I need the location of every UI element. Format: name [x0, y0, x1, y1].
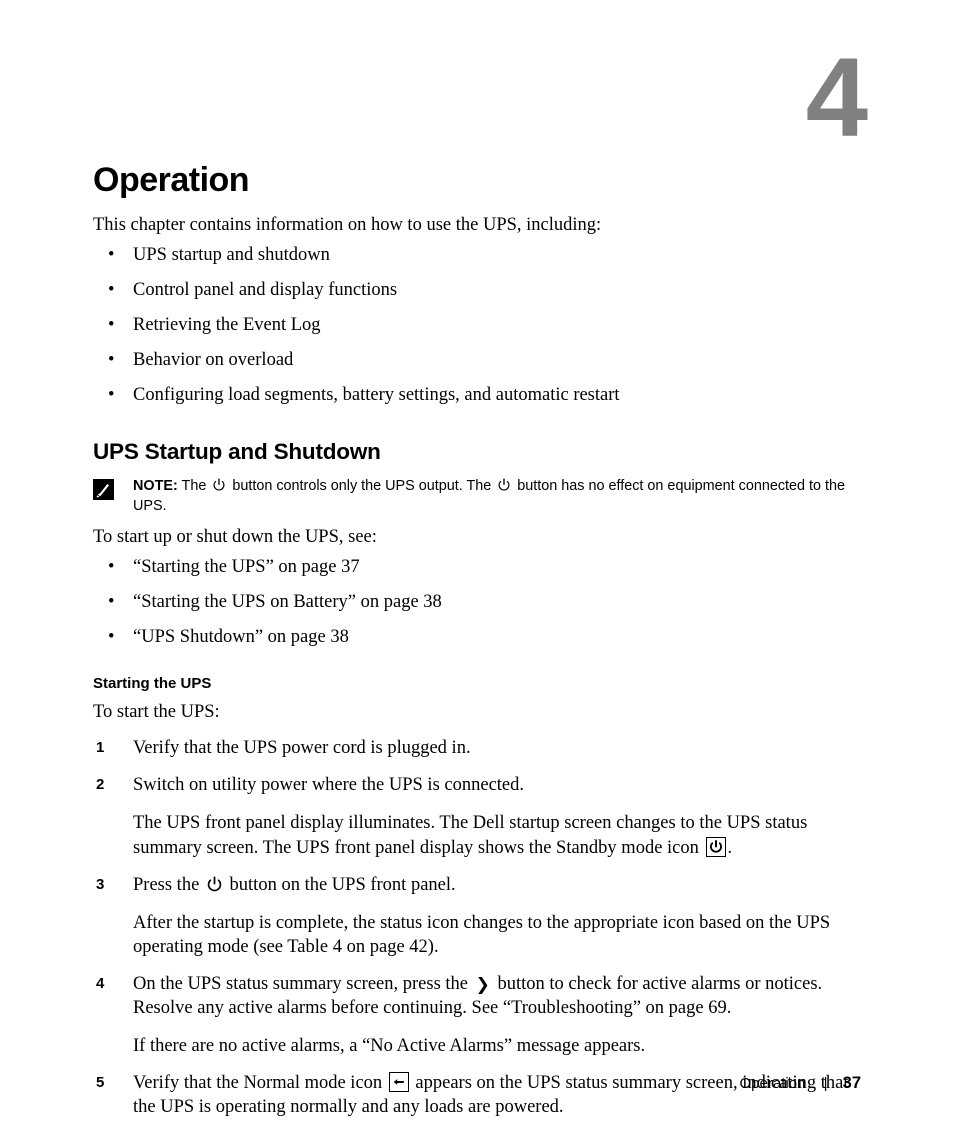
bullet-dot-icon: •	[108, 244, 115, 265]
procedure-step: 1 Verify that the UPS power cord is plug…	[93, 736, 855, 760]
list-item-label: “UPS Shutdown” on page 38	[133, 626, 349, 647]
page-content: Operation This chapter contains informat…	[93, 161, 855, 1132]
step-number: 3	[96, 875, 105, 893]
step-text: Verify that the UPS power cord is plugge…	[133, 738, 471, 759]
step-sub-text: The UPS front panel display illuminates.…	[133, 811, 855, 859]
step-text-part-1: Press the	[133, 874, 200, 895]
note-text-part-1: The	[181, 477, 207, 494]
step-text: On the UPS status summary screen, press …	[133, 972, 855, 1020]
list-item-label: “Starting the UPS” on page 37	[133, 556, 360, 577]
list-item: • Retrieving the Event Log	[93, 313, 855, 337]
step-sub-text: After the startup is complete, the statu…	[133, 912, 831, 957]
right-arrow-button-icon: ❯	[475, 974, 490, 994]
list-item-label: Behavior on overload	[133, 349, 294, 370]
chapter-topics-list: • UPS startup and shutdown • Control pan…	[93, 243, 855, 407]
bullet-dot-icon: •	[108, 626, 115, 647]
list-item: • Configuring load segments, battery set…	[93, 383, 855, 407]
chapter-intro-text: This chapter contains information on how…	[93, 214, 602, 235]
chapter-number: 4	[805, 35, 868, 160]
list-item: • Control panel and display functions	[93, 278, 855, 302]
list-item: • “Starting the UPS on Battery” on page …	[93, 590, 855, 614]
list-item-label: “Starting the UPS on Battery” on page 38	[133, 591, 442, 612]
subsection-heading-starting-the-ups: Starting the UPS	[93, 674, 212, 692]
section-heading-ups-startup-and-shutdown: UPS Startup and Shutdown	[93, 438, 381, 464]
step-number: 4	[96, 974, 105, 992]
list-item-label: Configuring load segments, battery setti…	[133, 384, 620, 405]
step-sub-text: If there are no active alarms, a “No Act…	[133, 1035, 646, 1056]
procedure-step: 3 Press the button on the UPS front pane…	[93, 873, 855, 959]
step-text-part-2: button on the UPS front panel.	[229, 874, 456, 895]
footer-page-number: 37	[842, 1074, 861, 1092]
section-lead-in-text: To start up or shut down the UPS, see:	[93, 526, 377, 547]
footer-chapter-name: Operation	[739, 1075, 806, 1092]
bullet-dot-icon: •	[108, 384, 115, 405]
bullet-dot-icon: •	[108, 591, 115, 612]
procedure-step: 4 On the UPS status summary screen, pres…	[93, 972, 855, 1058]
step-sub-text-part-2: .	[727, 837, 733, 858]
step-number: 2	[96, 776, 105, 794]
list-item-label: Retrieving the Event Log	[133, 314, 321, 335]
list-item: • UPS startup and shutdown	[93, 243, 855, 267]
power-button-icon	[497, 478, 511, 492]
page-footer: Operation | 37	[93, 1074, 861, 1093]
bullet-dot-icon: •	[108, 556, 115, 577]
power-button-icon	[212, 478, 226, 492]
power-button-icon	[206, 876, 223, 893]
bullet-dot-icon: •	[108, 349, 115, 370]
procedure-step: 2 Switch on utility power where the UPS …	[93, 773, 855, 859]
note-text-part-2: button controls only the UPS output. The	[232, 477, 492, 494]
list-item: • “Starting the UPS” on page 37	[93, 555, 855, 579]
step-text: Press the button on the UPS front panel.	[133, 873, 855, 897]
note-pen-icon	[93, 478, 114, 500]
crossreference-list: • “Starting the UPS” on page 37 • “Start…	[93, 555, 855, 649]
list-item-label: Control panel and display functions	[133, 279, 398, 300]
list-item-label: UPS startup and shutdown	[133, 244, 330, 265]
footer-separator: |	[823, 1075, 828, 1092]
list-item: • Behavior on overload	[93, 348, 855, 372]
bullet-dot-icon: •	[108, 279, 115, 300]
step-text: Switch on utility power where the UPS is…	[133, 775, 525, 796]
standby-mode-icon	[705, 836, 726, 857]
document-page: 4 Operation This chapter contains inform…	[0, 0, 954, 1145]
note-label: NOTE:	[133, 477, 178, 494]
subsection-lead-in-text: To start the UPS:	[93, 702, 220, 723]
list-item: • “UPS Shutdown” on page 38	[93, 625, 855, 649]
note-text: NOTE: The button controls only the UPS o…	[133, 476, 855, 517]
note-callout: NOTE: The button controls only the UPS o…	[93, 476, 855, 517]
bullet-dot-icon: •	[108, 314, 115, 335]
step-number: 1	[96, 739, 105, 757]
procedure-step-list: 1 Verify that the UPS power cord is plug…	[93, 736, 855, 1119]
step-text-part-1: On the UPS status summary screen, press …	[133, 973, 469, 994]
page-title: Operation	[93, 161, 250, 199]
